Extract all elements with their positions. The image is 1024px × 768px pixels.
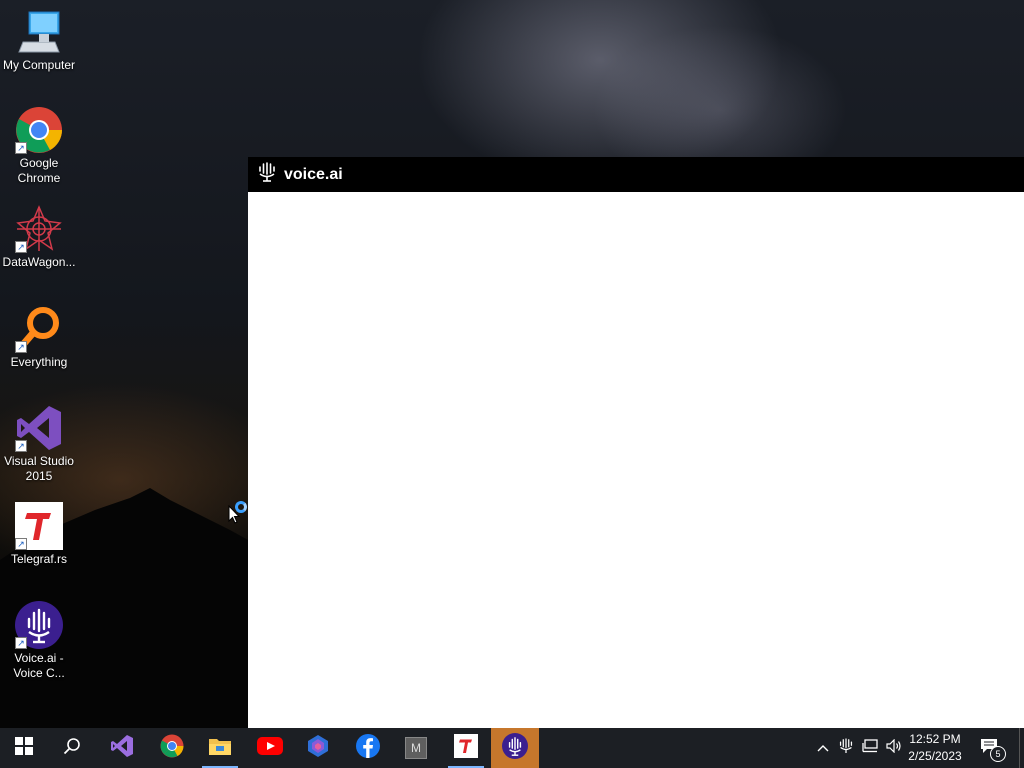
chrome-icon: ↗: [15, 106, 63, 154]
folder-icon: [208, 736, 232, 761]
busy-spinner-icon: [235, 501, 247, 513]
voiceai-logo-icon: [258, 162, 276, 187]
desktop-icon-label: Visual Studio 2015: [4, 454, 74, 483]
youtube-icon: [257, 736, 283, 760]
desktop-icon-visual-studio-2015[interactable]: ↗ Visual Studio 2015: [0, 404, 78, 484]
facebook-icon: [356, 733, 380, 763]
taskbar-telegraf[interactable]: [442, 728, 490, 768]
taskbar-copilot[interactable]: [294, 728, 342, 768]
network-icon[interactable]: [858, 738, 882, 758]
taskbar-youtube[interactable]: [246, 728, 294, 768]
search-icon: [63, 737, 81, 760]
desktop-icon-label: Everything: [10, 355, 68, 369]
voiceai-app-window[interactable]: voice.ai: [248, 157, 1024, 728]
desktop-icon-datawagon[interactable]: ↗ DataWagon...: [0, 205, 78, 270]
voiceai-icon: ↗: [15, 601, 63, 649]
app-titlebar[interactable]: voice.ai: [248, 157, 1024, 192]
visual-studio-icon: ↗: [15, 404, 63, 452]
desktop-icon-label: DataWagon...: [2, 255, 76, 269]
shortcut-arrow-icon: ↗: [15, 142, 27, 154]
show-desktop-button[interactable]: [1019, 728, 1024, 768]
computer-icon: [15, 8, 63, 56]
desktop-icon-label: Google Chrome: [17, 156, 61, 185]
taskbar: M 12:52 PM 2/25/2023 5: [0, 728, 1024, 768]
desktop-icon-voiceai[interactable]: ↗ Voice.ai - Voice C...: [0, 601, 78, 681]
search-button[interactable]: [48, 728, 96, 768]
chrome-icon: [160, 734, 184, 763]
voiceai-icon: [502, 732, 528, 764]
taskbar-file-explorer[interactable]: [196, 728, 244, 768]
taskbar-m-app[interactable]: M: [392, 728, 440, 768]
taskbar-chrome[interactable]: [148, 728, 196, 768]
m-app-icon: M: [405, 737, 427, 759]
system-tray: [812, 728, 906, 768]
clock-date: 2/25/2023: [908, 749, 962, 763]
taskbar-voiceai[interactable]: [491, 728, 539, 768]
copilot-icon: [306, 734, 330, 763]
notification-count-badge: 5: [990, 746, 1006, 762]
desktop-icon-my-computer[interactable]: My Computer: [0, 8, 78, 73]
datawagon-icon: ↗: [15, 205, 63, 253]
taskbar-clock[interactable]: 12:52 PM 2/25/2023: [900, 731, 970, 765]
desktop-icon-google-chrome[interactable]: ↗ Google Chrome: [0, 106, 78, 186]
app-content-area: [248, 192, 1024, 728]
voiceai-tray-icon[interactable]: [834, 737, 858, 759]
app-title: voice.ai: [284, 165, 343, 183]
telegraf-icon: ↗: [15, 502, 63, 550]
visual-studio-icon: [110, 734, 134, 763]
clock-time: 12:52 PM: [909, 732, 961, 746]
shortcut-arrow-icon: ↗: [15, 341, 27, 353]
shortcut-arrow-icon: ↗: [15, 241, 27, 253]
desktop-icon-label: Telegraf.rs: [10, 552, 68, 566]
taskbar-facebook[interactable]: [344, 728, 392, 768]
desktop-icon-label: My Computer: [2, 58, 76, 72]
windows-start-icon: [15, 736, 33, 760]
show-hidden-icons-chevron-icon[interactable]: [812, 739, 834, 757]
desktop-icon-label: Voice.ai - Voice C...: [13, 651, 65, 680]
taskbar-visual-studio[interactable]: [98, 728, 146, 768]
everything-search-icon: ↗: [15, 305, 63, 353]
action-center-button[interactable]: 5: [968, 728, 1014, 768]
start-button[interactable]: [0, 728, 48, 768]
telegraf-icon: [454, 733, 478, 763]
desktop-icon-everything[interactable]: ↗ Everything: [0, 305, 78, 370]
shortcut-arrow-icon: ↗: [15, 440, 27, 452]
shortcut-arrow-icon: ↗: [15, 538, 27, 550]
shortcut-arrow-icon: ↗: [15, 637, 27, 649]
notification-icon: 5: [980, 738, 1006, 762]
desktop-icon-telegraf[interactable]: ↗ Telegraf.rs: [0, 502, 78, 567]
